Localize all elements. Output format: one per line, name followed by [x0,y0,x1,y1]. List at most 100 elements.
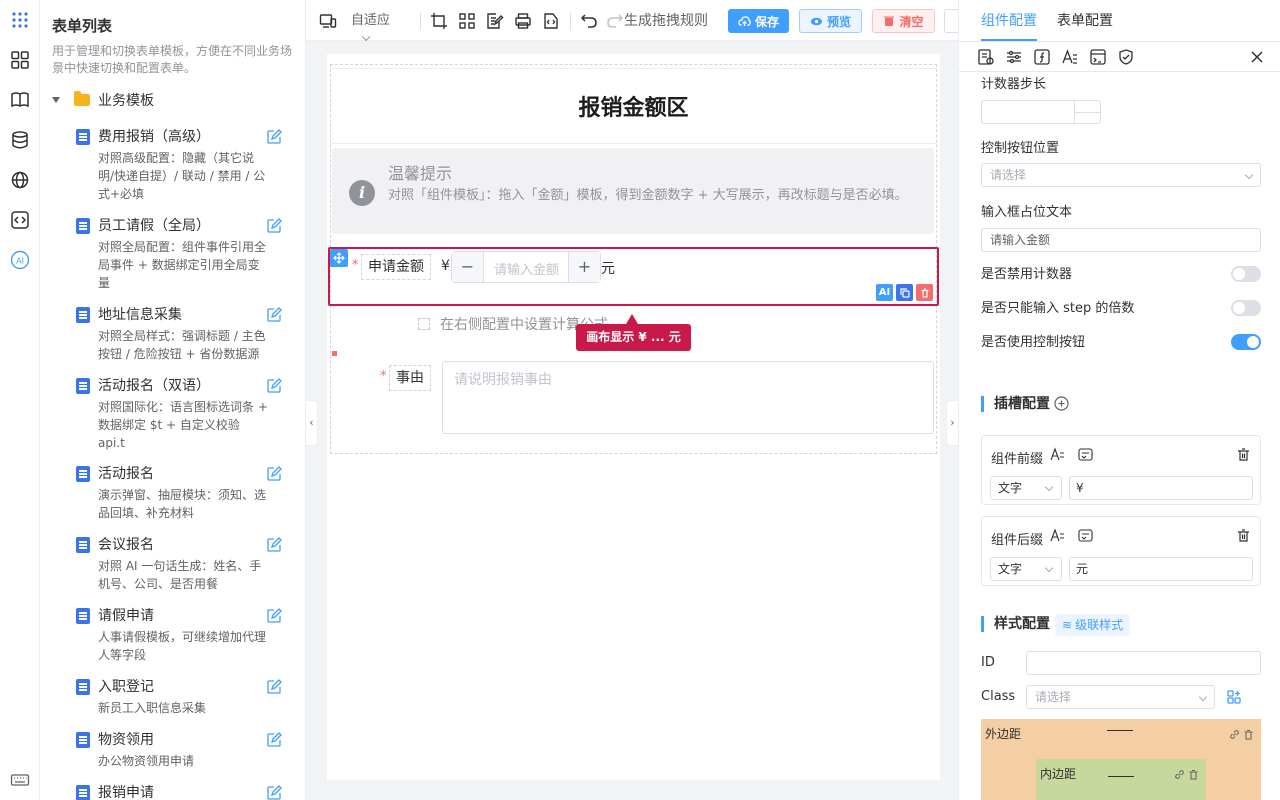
code-icon[interactable] [10,210,30,230]
template-item[interactable]: 入职登记 新员工入职信息采集 [76,677,290,717]
margin-top-value[interactable] [1107,730,1133,731]
padding-editor[interactable]: 内边距 [1036,759,1206,800]
template-item[interactable]: 费用报销（高级） 对照高级配置：隐藏（其它说明/快递自提）/ 联动 / 禁用 /… [76,127,290,207]
id-input[interactable] [1026,651,1261,675]
trash-icon[interactable] [1236,528,1251,543]
edit-icon[interactable] [266,307,282,323]
trash-icon[interactable] [1188,769,1199,780]
template-item[interactable]: 地址信息采集 对照全局样式：强调标题 / 主色按钮 / 危险按钮 + 省份数据源 [76,305,290,361]
template-item-name: 会议报名 [98,537,154,553]
trash-icon[interactable] [1243,729,1254,740]
use-controls-switch[interactable] [1231,334,1261,350]
folder-business-templates[interactable]: 业务模板 [52,90,154,110]
crop-icon[interactable] [430,12,448,30]
globe-icon[interactable] [10,170,30,190]
template-item-desc: 对照国际化：语言图标选词条 + 数据绑定 $t + 自定义校验 api.t [98,400,268,450]
edit-icon[interactable] [266,732,282,748]
clear-button[interactable]: 清空 [872,9,935,33]
amount-stepper[interactable]: − 请输入金额 + [451,251,601,283]
generate-rules-button[interactable]: 生成拖拽规则 [624,12,708,30]
device-icon[interactable] [319,12,337,30]
edit-icon[interactable] [266,218,282,234]
step-spin-buttons[interactable] [1074,101,1100,123]
edit-icon[interactable] [266,466,282,482]
template-item[interactable]: 请假申请 人事请假模板，可继续增加代理人等字段 [76,606,290,662]
tip-alert[interactable]: i 温馨提示 对照「组件模板」：拖入「金额」模板，得到金额数字 + 大写展示，再… [332,148,934,234]
edit-icon[interactable] [266,537,282,553]
amount-input-placeholder[interactable]: 请输入金额 [494,259,566,278]
disable-counter-switch[interactable] [1231,266,1261,282]
save-button[interactable]: 保存 [728,9,789,33]
reason-placeholder: 请说明报销事由 [454,372,552,388]
widgets-icon[interactable] [10,50,30,70]
template-item[interactable]: 员工请假（全局） 对照全局配置：组件事件引用全局事件 + 数据绑定引用全局变量 [76,216,290,290]
template-item-desc: 演示弹窗、抽屉模块：须知、选品回填、补充材料 [98,488,267,520]
database-icon[interactable] [10,130,30,150]
edit-icon[interactable] [266,608,282,624]
class-manage-icon[interactable] [1226,689,1242,705]
trash-icon[interactable] [1236,447,1251,462]
edit-icon[interactable] [266,129,282,145]
ai-icon[interactable]: AI [10,250,30,270]
validate-shield-icon[interactable] [1117,48,1135,66]
ai-icon-label: AI [16,256,24,266]
decrement-button[interactable]: − [452,252,484,282]
undo-icon[interactable] [580,12,598,30]
placeholder-input[interactable]: 请输入金额 [981,228,1261,252]
props-config-icon[interactable] [1005,48,1023,66]
edit-form-icon[interactable] [486,12,504,30]
json-icon[interactable] [542,12,560,30]
text-style-icon[interactable] [1050,528,1065,543]
variable-icon[interactable] [1078,528,1093,543]
template-item[interactable]: 会议报名 对照 AI 一句话生成：姓名、手机号、公司、是否用餐 [76,535,290,591]
link-icon[interactable] [1174,769,1185,780]
prefix-type-select[interactable]: 文字 [990,476,1062,500]
currency-prefix: ¥ [441,258,450,274]
edit-icon[interactable] [266,679,282,695]
prefix-type-value: 文字 [998,481,1023,495]
edit-icon[interactable] [266,785,282,800]
collapse-right-button[interactable]: › [946,400,958,446]
basic-config-icon[interactable] [977,48,995,66]
cascade-style-tag[interactable]: ≋ 级联样式 [1055,614,1131,636]
control-position-select[interactable]: 请选择 [981,163,1261,187]
suffix-value-input[interactable]: 元 [1069,557,1253,581]
tab-component-config[interactable]: 组件配置 [981,12,1037,30]
formula-icon[interactable] [1033,48,1051,66]
template-item[interactable]: 活动报名（双语） 对照国际化：语言图标选词条 + 数据绑定 $t + 自定义校验… [76,376,290,450]
apps-grid-icon[interactable] [10,10,30,30]
add-circle-icon[interactable] [1054,396,1069,411]
delete-icon[interactable] [916,284,933,301]
redo-icon[interactable] [606,12,624,30]
edit-icon[interactable] [266,378,282,394]
prefix-value-input[interactable]: ¥ [1069,476,1253,500]
padding-top-value[interactable] [1108,776,1134,777]
template-item[interactable]: 物资领用 办公物资领用申请 [76,730,290,770]
more-actions-button[interactable] [944,9,958,33]
suffix-type-select[interactable]: 文字 [990,557,1062,581]
book-icon[interactable] [10,90,30,110]
drag-handle-icon[interactable] [330,249,348,267]
preview-button[interactable]: 预览 [799,9,862,33]
step-input[interactable] [981,100,1101,124]
class-select[interactable]: 请选择 [1026,685,1215,709]
event-icon[interactable] [1089,48,1107,66]
step-multiple-switch[interactable] [1231,300,1261,316]
text-style-icon[interactable] [1050,447,1065,462]
close-icon[interactable] [1248,48,1266,66]
keyboard-icon[interactable] [10,770,30,790]
text-style-icon[interactable] [1061,48,1079,66]
collapse-left-button[interactable]: ‹ [306,400,318,446]
ai-assist-icon[interactable]: AI [876,284,893,301]
template-item[interactable]: 报销申请 [76,783,290,800]
template-item[interactable]: 活动报名 演示弹窗、抽屉模块：须知、选品回填、补充材料 [76,464,290,520]
margin-editor[interactable]: 外边距 内边距 [981,719,1261,800]
tab-form-config[interactable]: 表单配置 [1057,12,1113,30]
link-icon[interactable] [1229,729,1240,740]
print-icon[interactable] [514,12,532,30]
copy-icon[interactable] [896,284,913,301]
increment-button[interactable]: + [568,252,600,282]
variable-icon[interactable] [1078,447,1093,462]
reason-textarea[interactable]: 请说明报销事由 [442,361,934,434]
qrcode-icon[interactable] [458,12,476,30]
